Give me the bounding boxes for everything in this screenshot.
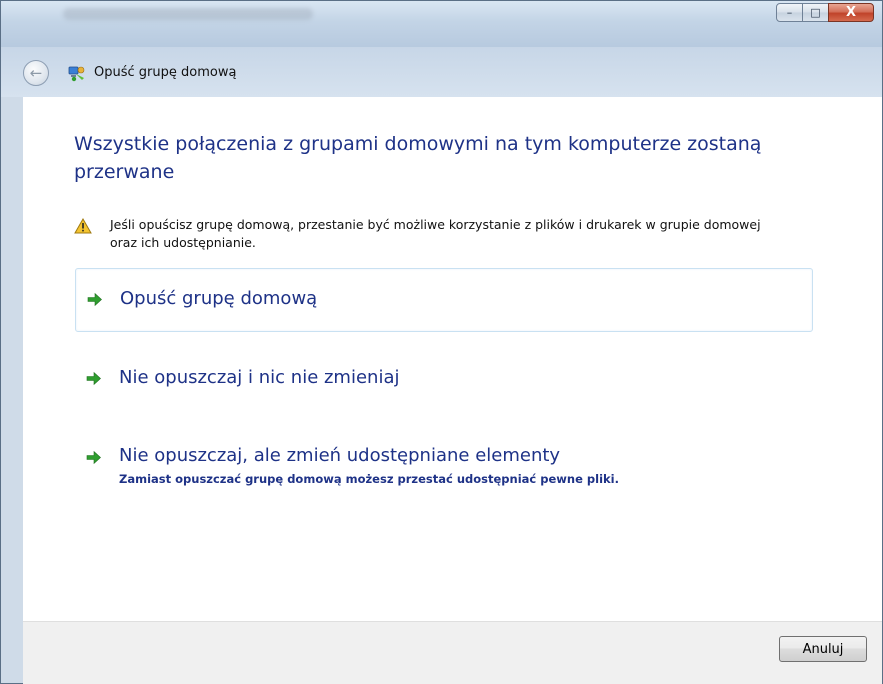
- dialog-footer: Anuluj: [23, 621, 882, 684]
- warning-text: Jeśli opuścisz grupę domową, przestanie …: [110, 217, 761, 250]
- minimize-button[interactable]: –: [776, 3, 803, 22]
- back-button[interactable]: ←: [23, 60, 49, 86]
- cancel-button[interactable]: Anuluj: [779, 636, 867, 662]
- green-arrow-icon: [86, 371, 101, 386]
- option-description: Zamiast opuszczać grupę domową możesz pr…: [119, 472, 619, 486]
- option-change-shared-items[interactable]: Nie opuszczaj, ale zmień udostępniane el…: [75, 429, 813, 499]
- nav-title: Opuść grupę domową: [94, 65, 237, 80]
- back-arrow-icon: ←: [29, 63, 43, 82]
- option-label: Opuść grupę domową: [120, 288, 318, 309]
- title-bar: – □ X: [1, 1, 882, 47]
- content-area: Wszystkie połączenia z grupami domowymi …: [23, 97, 882, 621]
- dialog-window: – □ X ← Opuść grupę domową Wszystkie poł…: [0, 0, 883, 684]
- page-heading: Wszystkie połączenia z grupami domowymi …: [74, 133, 762, 183]
- option-label: Nie opuszczaj i nic nie zmieniaj: [119, 367, 400, 388]
- homegroup-icon: [68, 66, 85, 82]
- option-do-not-leave[interactable]: Nie opuszczaj i nic nie zmieniaj: [75, 349, 813, 405]
- close-button[interactable]: X: [828, 3, 874, 22]
- navigation-bar: ← Opuść grupę domową: [1, 47, 882, 97]
- green-arrow-icon: [87, 292, 102, 307]
- warning-icon: [74, 218, 92, 234]
- option-label: Nie opuszczaj, ale zmień udostępniane el…: [119, 445, 561, 466]
- window-controls: – □ X: [776, 3, 874, 23]
- maximize-button[interactable]: □: [802, 3, 829, 22]
- option-leave-homegroup[interactable]: Opuść grupę domową: [75, 268, 813, 332]
- green-arrow-icon: [86, 450, 101, 465]
- blurred-background-title: [63, 8, 313, 20]
